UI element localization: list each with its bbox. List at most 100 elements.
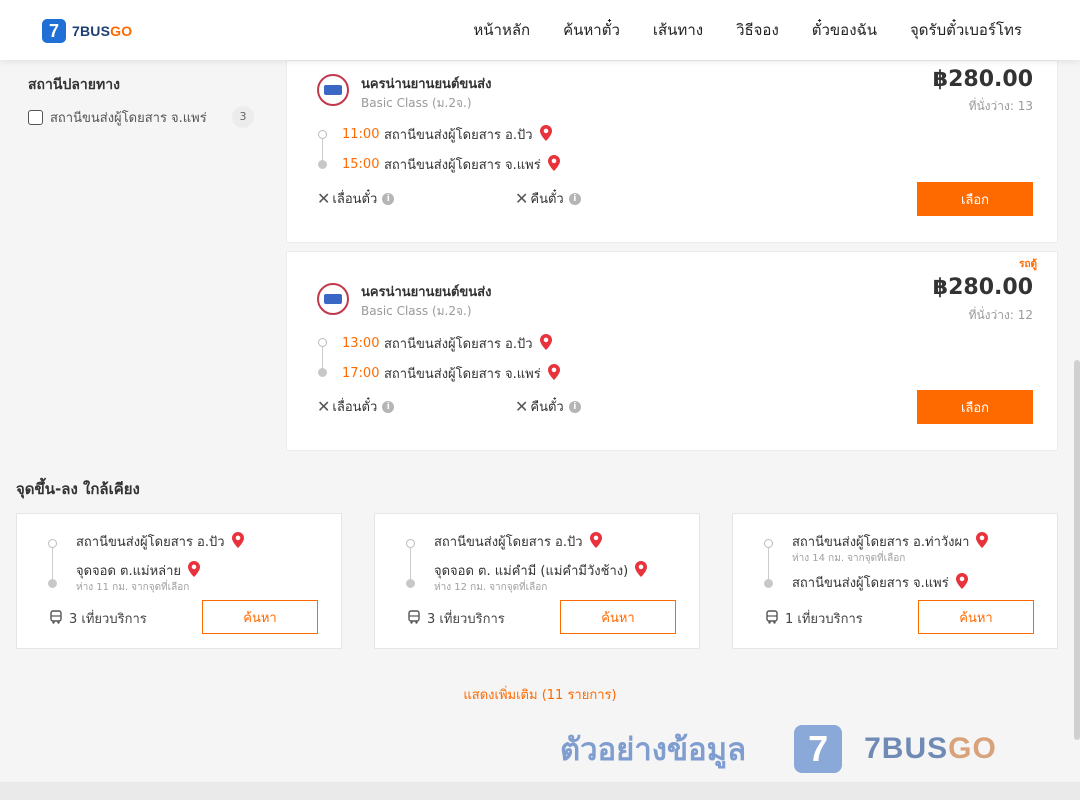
top-navbar: 7 7BUSGO หน้าหลัก ค้นหาตั๋ว เส้นทาง วิธี… <box>0 0 1080 60</box>
to-dot <box>764 579 773 588</box>
filter-option-count: 3 <box>232 106 254 128</box>
map-pin-icon[interactable] <box>231 531 244 552</box>
arrive-dot <box>318 368 327 377</box>
select-trip-button[interactable]: เลือก <box>917 390 1033 424</box>
refund-label: คืนตั๋ว <box>530 192 564 207</box>
depart-dot <box>318 338 327 347</box>
nearby-from-stop: สถานีขนส่งผู้โดยสาร อ.ปัว <box>76 531 244 552</box>
brand-logo-icon: 7 <box>42 19 66 43</box>
search-nearby-button[interactable]: ค้นหา <box>202 600 318 634</box>
watermark-text: ตัวอย่างข้อมูล <box>560 732 747 768</box>
arrive-dot <box>318 160 327 169</box>
search-nearby-button[interactable]: ค้นหา <box>918 600 1034 634</box>
nearby-route-card: สถานีขนส่งผู้โดยสาร อ.ปัว จุดจอด ต. แม่ค… <box>374 513 700 649</box>
departure-stop: 11:00 สถานีขนส่งผู้โดยสาร อ.ปัว <box>342 124 552 145</box>
filter-title: สถานีปลายทาง <box>28 77 120 93</box>
arrive-station: สถานีขนส่งผู้โดยสาร จ.แพร่ <box>384 367 541 382</box>
map-pin-icon[interactable] <box>976 531 989 552</box>
nearby-to-stop: จุดจอด ต. แม่คำมี (แม่คำมีวังช้าง) <box>434 560 648 581</box>
map-pin-icon[interactable] <box>547 363 560 384</box>
postpone-policy: ✕ เลื่อนตั๋ว i <box>317 396 395 417</box>
arrive-time: 15:00 <box>342 157 380 172</box>
brand-logo[interactable]: 7 7BUSGO <box>42 19 132 43</box>
map-pin-icon[interactable] <box>635 560 648 581</box>
filter-option-label: สถานีขนส่งผู้โดยสาร จ.แพร่ <box>50 110 207 126</box>
nav-how-to-book[interactable]: วิธีจอง <box>736 18 779 42</box>
from-dot <box>406 539 415 548</box>
seats-available: ที่นั่งว่าง: 13 <box>968 99 1033 113</box>
trip-card: นครน่านยานยนต์ขนส่ง Basic Class (ม.2จ.) … <box>286 60 1058 243</box>
ticket-price: ฿280.00 <box>932 67 1033 92</box>
ticket-price: ฿280.00 <box>932 275 1033 300</box>
depart-time: 11:00 <box>342 127 380 142</box>
page-scrollbar[interactable] <box>1074 360 1080 740</box>
cross-icon: ✕ <box>515 189 529 208</box>
refund-label: คืนตั๋ว <box>530 400 564 415</box>
map-pin-icon[interactable] <box>955 572 968 593</box>
nearby-from-stop: สถานีขนส่งผู้โดยสาร อ.ท่าวังผา <box>792 531 989 552</box>
to-dot <box>406 579 415 588</box>
operator-name: นครน่านยานยนต์ขนส่ง <box>361 77 492 92</box>
arrive-time: 17:00 <box>342 366 380 381</box>
filter-option[interactable]: สถานีขนส่งผู้โดยสาร จ.แพร่ 3 <box>28 106 258 128</box>
nearby-distance: ห่าง 14 กม. จากจุดที่เลือก <box>792 553 906 564</box>
destination-filter: สถานีปลายทาง สถานีขนส่งผู้โดยสาร จ.แพร่ … <box>28 74 258 128</box>
trip-count: 3 เที่ยวบริการ <box>49 608 147 629</box>
departure-stop: 13:00 สถานีขนส่งผู้โดยสาร อ.ปัว <box>342 333 552 354</box>
refund-policy: ✕ คืนตั๋ว i <box>515 396 581 417</box>
map-pin-icon[interactable] <box>539 124 552 145</box>
depart-station: สถานีขนส่งผู้โดยสาร อ.ปัว <box>384 337 533 352</box>
map-pin-icon[interactable] <box>547 154 560 175</box>
info-icon[interactable]: i <box>382 192 395 205</box>
nearby-distance: ห่าง 11 กม. จากจุดที่เลือก <box>76 582 190 593</box>
nav-search-ticket[interactable]: ค้นหาตั๋ว <box>563 18 620 42</box>
watermark-logo-icon: 7 <box>794 725 843 773</box>
map-pin-icon[interactable] <box>589 531 602 552</box>
operator-name: นครน่านยานยนต์ขนส่ง <box>361 285 492 300</box>
arrival-stop: 15:00 สถานีขนส่งผู้โดยสาร จ.แพร่ <box>342 154 560 175</box>
postpone-label: เลื่อนตั๋ว <box>332 400 378 415</box>
main-nav: หน้าหลัก ค้นหาตั๋ว เส้นทาง วิธีจอง ตั๋วข… <box>440 0 1022 60</box>
info-icon[interactable]: i <box>382 400 395 413</box>
filter-checkbox[interactable] <box>28 109 43 125</box>
from-dot <box>764 539 773 548</box>
operator-logo <box>317 283 349 315</box>
nearby-distance: ห่าง 12 กม. จากจุดที่เลือก <box>434 582 548 593</box>
nearby-to-stop: จุดจอด ต.แม่หล่าย <box>76 560 201 581</box>
watermark-brand: 7BUSGO <box>864 732 997 765</box>
map-pin-icon[interactable] <box>539 333 552 354</box>
seats-available: ที่นั่งว่าง: 12 <box>968 308 1033 322</box>
depart-station: สถานีขนส่งผู้โดยสาร อ.ปัว <box>384 128 533 143</box>
search-nearby-button[interactable]: ค้นหา <box>560 600 676 634</box>
arrive-station: สถานีขนส่งผู้โดยสาร จ.แพร่ <box>384 158 541 173</box>
nearby-route-card: สถานีขนส่งผู้โดยสาร อ.ปัว จุดจอด ต.แม่หล… <box>16 513 342 649</box>
nav-routes[interactable]: เส้นทาง <box>653 18 703 42</box>
show-more-link[interactable]: แสดงเพิ่มเติม (11 รายการ) <box>0 684 1080 705</box>
nearby-section-title: จุดขึ้น-ลง ใกล้เคียง <box>16 480 140 498</box>
nav-my-tickets[interactable]: ตั๋วของฉัน <box>812 18 877 42</box>
postpone-label: เลื่อนตั๋ว <box>332 192 378 207</box>
info-icon[interactable]: i <box>568 400 581 413</box>
trip-count: 1 เที่ยวบริการ <box>765 608 863 629</box>
select-trip-button[interactable]: เลือก <box>917 182 1033 216</box>
to-dot <box>48 579 57 588</box>
from-dot <box>48 539 57 548</box>
vehicle-type-badge: รถตู้ <box>1019 259 1037 270</box>
bus-class: Basic Class (ม.2จ.) <box>361 304 472 318</box>
cross-icon: ✕ <box>317 189 331 208</box>
nearby-to-stop: สถานีขนส่งผู้โดยสาร จ.แพร่ <box>792 572 968 593</box>
refund-policy: ✕ คืนตั๋ว i <box>515 188 581 209</box>
bus-icon <box>407 609 421 628</box>
trip-card: รถตู้ นครน่านยานยนต์ขนส่ง Basic Class (ม… <box>286 251 1058 451</box>
nav-home[interactable]: หน้าหลัก <box>473 18 530 42</box>
bus-icon <box>49 609 63 628</box>
nearby-route-card: สถานีขนส่งผู้โดยสาร อ.ท่าวังผา ห่าง 14 ก… <box>732 513 1058 649</box>
cross-icon: ✕ <box>317 397 331 416</box>
nearby-from-stop: สถานีขนส่งผู้โดยสาร อ.ปัว <box>434 531 602 552</box>
map-pin-icon[interactable] <box>188 560 201 581</box>
postpone-policy: ✕ เลื่อนตั๋ว i <box>317 188 395 209</box>
nav-ticket-points[interactable]: จุดรับตั๋วเบอร์โทร <box>910 18 1022 42</box>
cross-icon: ✕ <box>515 397 529 416</box>
depart-time: 13:00 <box>342 336 380 351</box>
info-icon[interactable]: i <box>568 192 581 205</box>
